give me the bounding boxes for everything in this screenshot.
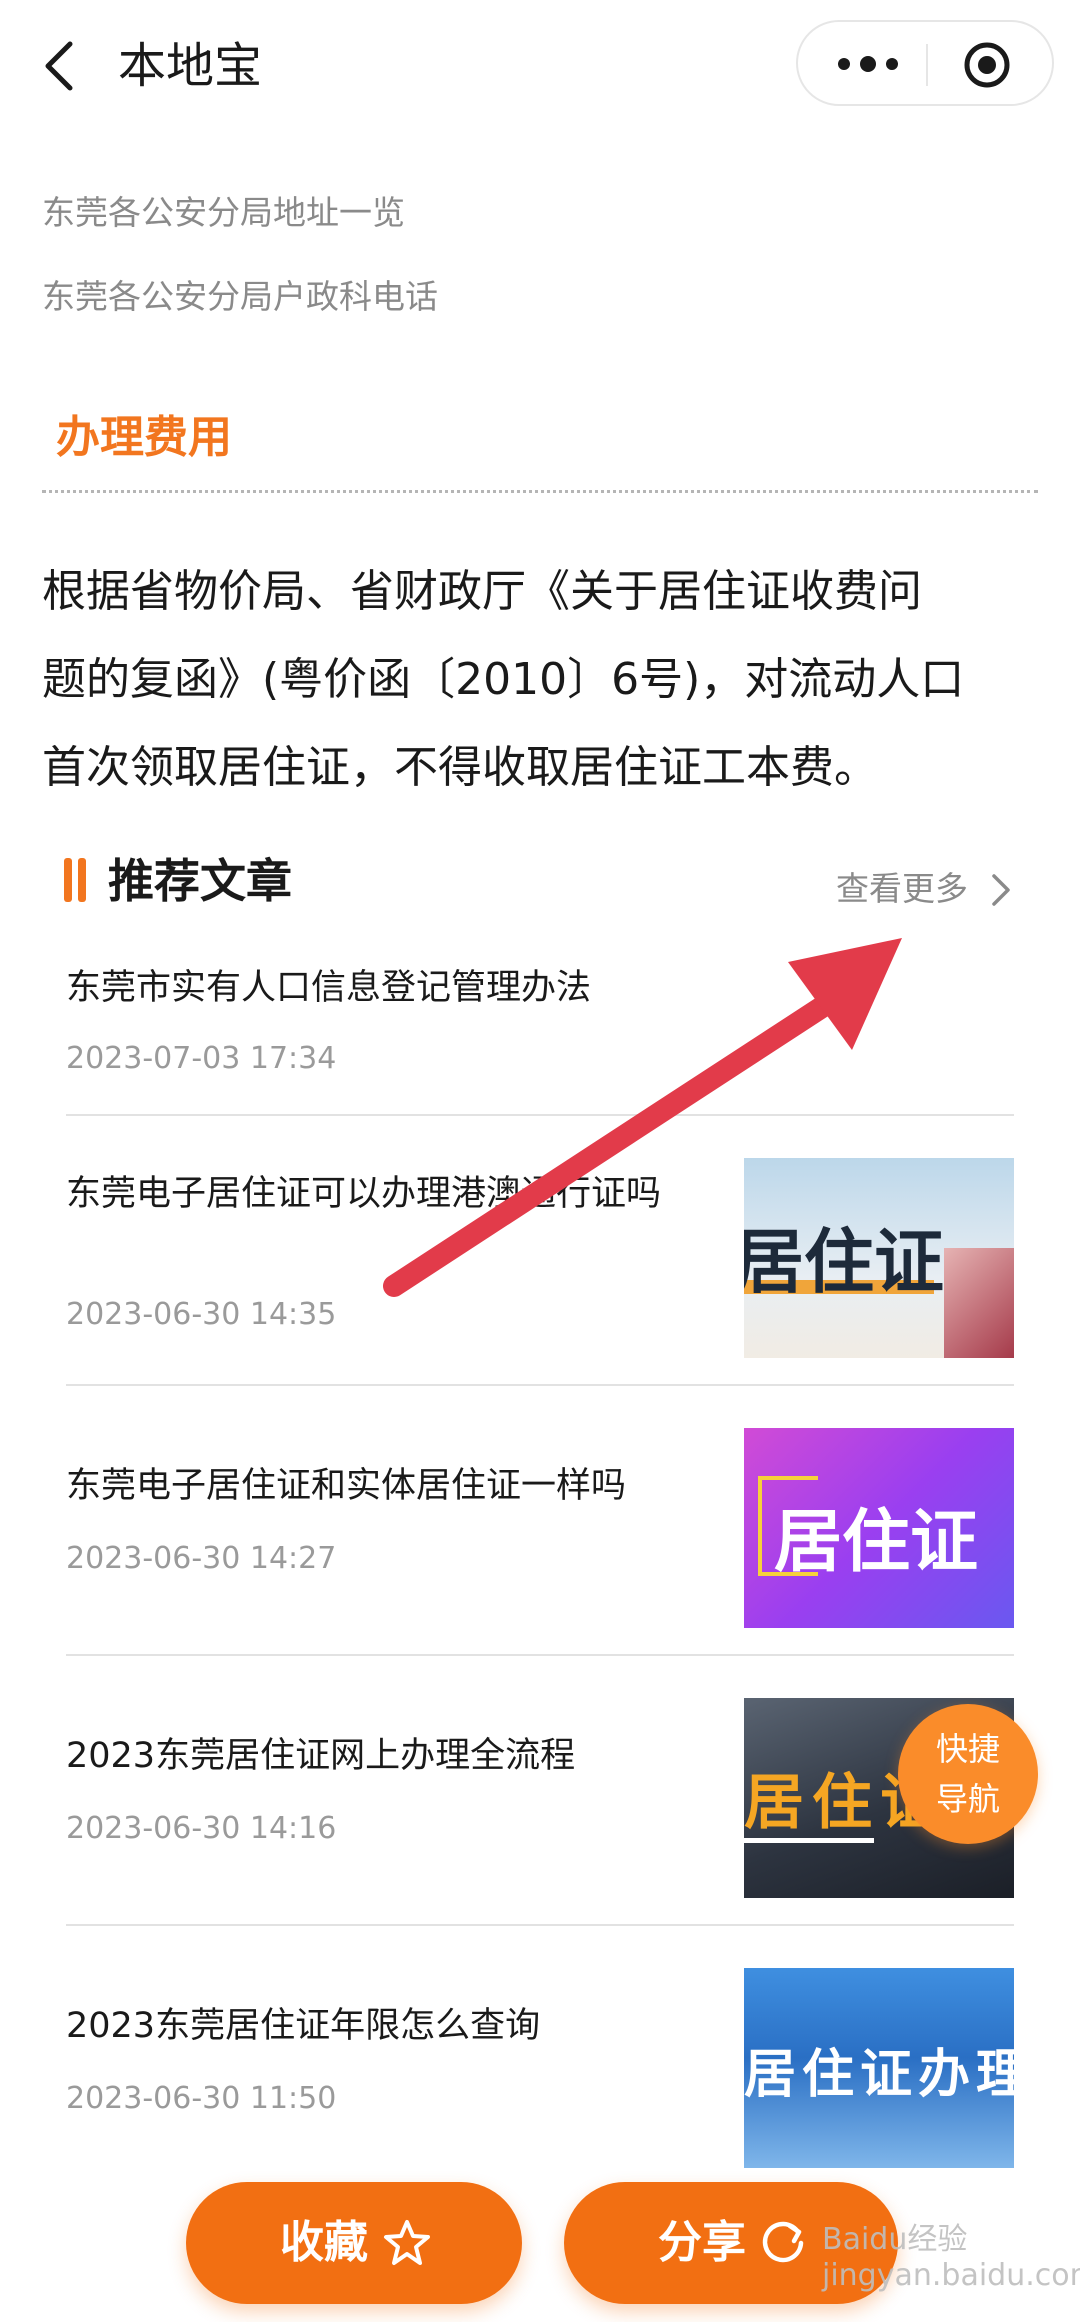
- article-title[interactable]: 2023东莞居住证年限怎么查询: [66, 2000, 706, 2052]
- quick-nav-line1: 快捷: [935, 1730, 1000, 1768]
- back-arrow-icon[interactable]: [40, 38, 80, 94]
- article-item[interactable]: 2023东莞居住证网上办理全流程 2023-06-30 14:16 居住证: [66, 1656, 1014, 1926]
- article-title[interactable]: 东莞电子居住证和实体居住证一样吗: [66, 1460, 706, 1512]
- fee-body-line: 根据省物价局、省财政厅《关于居住证收费问: [42, 566, 922, 617]
- fee-body-line: 首次领取居住证，不得收取居住证工本费。: [42, 742, 878, 793]
- article-item[interactable]: 2023东莞居住证年限怎么查询 2023-06-30 11:50 居住证办理: [66, 1926, 1014, 2168]
- section-marker-icon: [64, 858, 90, 902]
- baidu-watermark: Baidu经验 jingyan.baidu.com: [822, 2222, 1080, 2293]
- top-nav-bar: 本地宝: [0, 0, 1080, 130]
- fee-section-title: 办理费用: [56, 412, 232, 463]
- share-label: 分享: [658, 2217, 746, 2268]
- article-date: 2023-06-30 11:50: [66, 2081, 337, 2116]
- chevron-right-icon[interactable]: [990, 872, 1012, 908]
- article-thumbnail[interactable]: 居住证: [744, 1158, 1014, 1358]
- dotted-divider: [42, 490, 1038, 493]
- fee-body-line: 题的复函》(粤价函〔2010〕6号)，对流动人口: [42, 654, 965, 705]
- star-icon: [384, 2220, 430, 2265]
- article-date: 2023-06-30 14:16: [66, 1811, 337, 1846]
- share-icon: [762, 2221, 804, 2263]
- quick-nav-line2: 导航: [935, 1780, 1000, 1818]
- fee-body-text: 根据省物价局、省财政厅《关于居住证收费问 题的复函》(粤价函〔2010〕6号)，…: [42, 548, 1042, 812]
- page-title: 本地宝: [118, 38, 263, 94]
- target-icon[interactable]: [962, 40, 1012, 90]
- capsule-divider: [926, 44, 928, 86]
- recommended-title: 推荐文章: [108, 854, 292, 908]
- thumb-text: 居住证办理: [744, 2045, 1014, 2105]
- article-date: 2023-06-30 14:27: [66, 1541, 337, 1576]
- article-title[interactable]: 东莞市实有人口信息登记管理办法: [66, 962, 966, 1014]
- article-thumbnail[interactable]: 居住证办理: [744, 1968, 1014, 2168]
- quick-nav-button[interactable]: 快捷 导航: [898, 1704, 1038, 1844]
- favorite-label: 收藏: [280, 2217, 368, 2268]
- article-thumbnail[interactable]: 居住证: [744, 1428, 1014, 1628]
- article-item[interactable]: 东莞电子居住证可以办理港澳通行证吗 2023-06-30 14:35 居住证: [66, 1116, 1014, 1386]
- article-item[interactable]: 东莞市实有人口信息登记管理办法 2023-07-03 17:34: [66, 940, 1014, 1120]
- link-police-addresses[interactable]: 东莞各公安分局地址一览: [42, 190, 405, 236]
- article-title[interactable]: 2023东莞居住证网上办理全流程: [66, 1730, 706, 1782]
- more-dots-icon[interactable]: [828, 44, 908, 84]
- article-title[interactable]: 东莞电子居住证可以办理港澳通行证吗: [66, 1168, 706, 1220]
- mini-program-capsule: [796, 20, 1054, 106]
- thumb-text: 居住证: [774, 1503, 979, 1582]
- view-more-link[interactable]: 查看更多: [836, 866, 968, 912]
- link-household-phones[interactable]: 东莞各公安分局户政科电话: [42, 274, 438, 320]
- article-date: 2023-07-03 17:34: [66, 1041, 337, 1076]
- favorite-button[interactable]: 收藏: [186, 2182, 522, 2304]
- thumb-text: 居住证: [744, 1221, 944, 1303]
- thumb-building: [944, 1248, 1014, 1358]
- article-item[interactable]: 东莞电子居住证和实体居住证一样吗 2023-06-30 14:27 居住证: [66, 1386, 1014, 1656]
- article-date: 2023-06-30 14:35: [66, 1297, 337, 1332]
